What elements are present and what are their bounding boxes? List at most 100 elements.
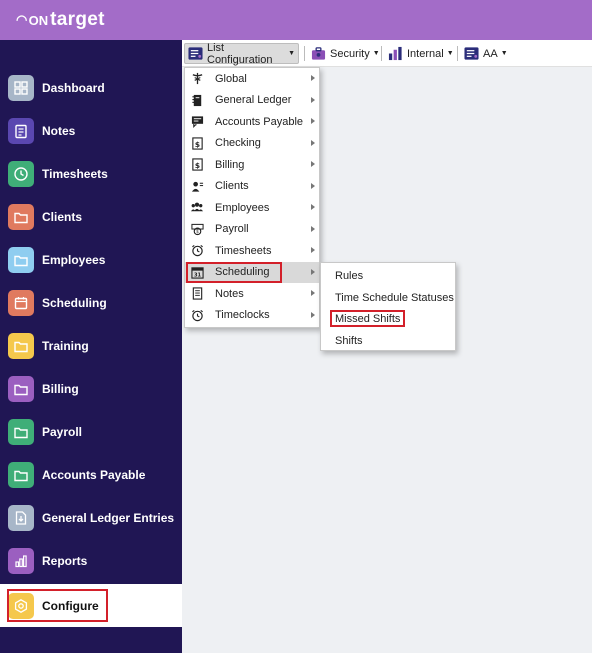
submenu-arrow-icon <box>311 247 315 253</box>
menu-item-billing[interactable]: $ Billing <box>185 154 319 175</box>
sidebar-item-label: Clients <box>42 209 83 224</box>
sidebar-item-payroll[interactable]: Payroll <box>0 410 182 453</box>
svg-text:$: $ <box>194 161 199 170</box>
menu-item-clients[interactable]: Clients <box>185 176 319 197</box>
sidebar-item-employees[interactable]: Employees <box>0 238 182 281</box>
submenu-item-rules[interactable]: Rules <box>335 267 363 285</box>
menu-item-general-ledger[interactable]: General Ledger <box>185 90 319 111</box>
sidebar-item-label: Billing <box>42 381 79 396</box>
submenu-arrow-icon <box>311 96 315 103</box>
menu-item-label: Employees <box>215 201 270 214</box>
sidebar-item-billing[interactable]: Billing <box>0 367 182 410</box>
submenu-arrow-icon <box>311 204 315 210</box>
invoice-icon <box>190 115 204 129</box>
chevron-down-icon: ▼ <box>446 50 454 57</box>
security-briefcase-icon <box>310 46 326 62</box>
sidebar-item-clients[interactable]: Clients <box>0 195 182 238</box>
chevron-down-icon: ▼ <box>372 50 380 57</box>
aa-menu-button[interactable]: AA ▼ <box>460 43 511 64</box>
sidebar-item-label: Scheduling <box>42 295 107 310</box>
sidebar-item-configure[interactable]: Configure <box>0 584 182 627</box>
sidebar-item-label: Configure <box>42 598 99 613</box>
security-menu-button[interactable]: Security ▼ <box>307 43 383 64</box>
svg-text:31: 31 <box>193 272 201 278</box>
caduceus-icon <box>190 72 204 86</box>
submenu-item-shifts[interactable]: Shifts <box>335 332 363 350</box>
submenu-item-label: Time Schedule Statuses <box>335 291 454 304</box>
submenu-item-label: Rules <box>335 270 364 282</box>
submenu-item-label: Shifts <box>335 334 363 347</box>
sidebar-item-scheduling[interactable]: Scheduling <box>0 281 182 324</box>
list-configuration-menu-button[interactable]: List Configuration ▼ <box>184 42 299 66</box>
sidebar: Dashboard Notes Timesheets Clients Emplo… <box>0 40 182 653</box>
menu-item-label: Accounts Payable <box>215 115 304 128</box>
submenu-arrow-icon <box>311 75 315 81</box>
app-logo[interactable]: ◠ ON target <box>16 9 105 31</box>
sidebar-item-general-ledger-entries[interactable]: General Ledger Entries <box>0 496 182 539</box>
sidebar-item-training[interactable]: Training <box>0 324 182 367</box>
menu-item-label: General Ledger <box>215 94 292 106</box>
dollar-doc-icon: $ <box>190 158 204 172</box>
folder-icon <box>8 375 34 402</box>
sidebar-item-label: Employees <box>42 252 106 267</box>
menu-item-notes[interactable]: Notes <box>185 283 319 304</box>
notes-icon <box>8 117 34 144</box>
logo-name: target <box>50 9 105 30</box>
toolbar-divider <box>457 46 458 61</box>
menu-item-global[interactable]: Global <box>185 68 319 89</box>
sidebar-item-dashboard[interactable]: Dashboard <box>0 66 182 109</box>
alarm-clock-icon <box>190 308 204 322</box>
toolbar: List Configuration ▼ Security ▼ Internal… <box>182 40 592 67</box>
sidebar-item-label: Training <box>42 338 89 353</box>
toolbar-divider <box>304 46 305 61</box>
submenu-arrow-icon <box>311 139 315 146</box>
internal-chart-icon <box>387 46 403 62</box>
submenu-arrow-icon <box>311 311 315 318</box>
menu-item-payroll[interactable]: $ Payroll <box>185 219 319 240</box>
security-label: Security <box>330 47 370 60</box>
menu-item-timeclocks[interactable]: Timeclocks <box>185 305 319 326</box>
submenu-item-missed-shifts[interactable]: Missed Shifts <box>335 310 400 328</box>
menu-item-label: Timesheets <box>215 244 272 257</box>
submenu-item-time-schedule-statuses[interactable]: Time Schedule Statuses <box>335 289 454 307</box>
dashboard-grid-icon <box>8 74 34 101</box>
submenu-arrow-icon <box>311 182 315 189</box>
folder-icon <box>8 246 34 273</box>
aa-list-icon <box>463 46 479 62</box>
sidebar-item-accounts-payable[interactable]: Accounts Payable <box>0 453 182 496</box>
menu-item-checking[interactable]: $ Checking <box>185 133 319 154</box>
folder-icon <box>8 332 34 359</box>
calendar-icon <box>8 289 34 316</box>
sidebar-item-label: Notes <box>42 123 76 138</box>
submenu-item-label: Missed Shifts <box>335 313 401 325</box>
logo-swoosh-icon: ◠ <box>16 12 28 27</box>
payroll-badge-icon: $ <box>190 222 204 236</box>
ledger-book-icon <box>190 93 204 107</box>
sidebar-item-label: General Ledger Entries <box>42 510 175 525</box>
chevron-down-icon: ▼ <box>288 50 295 57</box>
alarm-clock-icon <box>190 244 204 258</box>
sidebar-item-notes[interactable]: Notes <box>0 109 182 152</box>
menu-item-employees[interactable]: Employees <box>185 197 319 218</box>
sidebar-item-label: Accounts Payable <box>42 467 146 482</box>
sidebar-item-label: Payroll <box>42 424 83 439</box>
sidebar-item-timesheets[interactable]: Timesheets <box>0 152 182 195</box>
menu-item-label: Billing <box>215 158 245 171</box>
sidebar-item-label: Dashboard <box>42 80 105 95</box>
sidebar-item-label: Timesheets <box>42 166 108 181</box>
svg-text:$: $ <box>196 229 199 235</box>
menu-item-accounts-payable[interactable]: Accounts Payable <box>185 111 319 132</box>
internal-menu-button[interactable]: Internal ▼ <box>384 43 457 64</box>
folder-icon <box>8 461 34 488</box>
folder-icon <box>8 418 34 445</box>
internal-label: Internal <box>407 47 444 60</box>
menu-item-scheduling[interactable]: 31 Scheduling <box>185 261 319 283</box>
bar-chart-icon <box>8 547 34 574</box>
menu-item-label: Checking <box>215 137 261 149</box>
calendar-icon: 31 <box>190 265 204 279</box>
document-download-icon <box>8 504 34 531</box>
top-bar: ◠ ON target <box>0 0 592 40</box>
menu-item-timesheets[interactable]: Timesheets <box>185 240 319 261</box>
sidebar-item-reports[interactable]: Reports <box>0 539 182 582</box>
person-list-icon <box>190 179 204 193</box>
